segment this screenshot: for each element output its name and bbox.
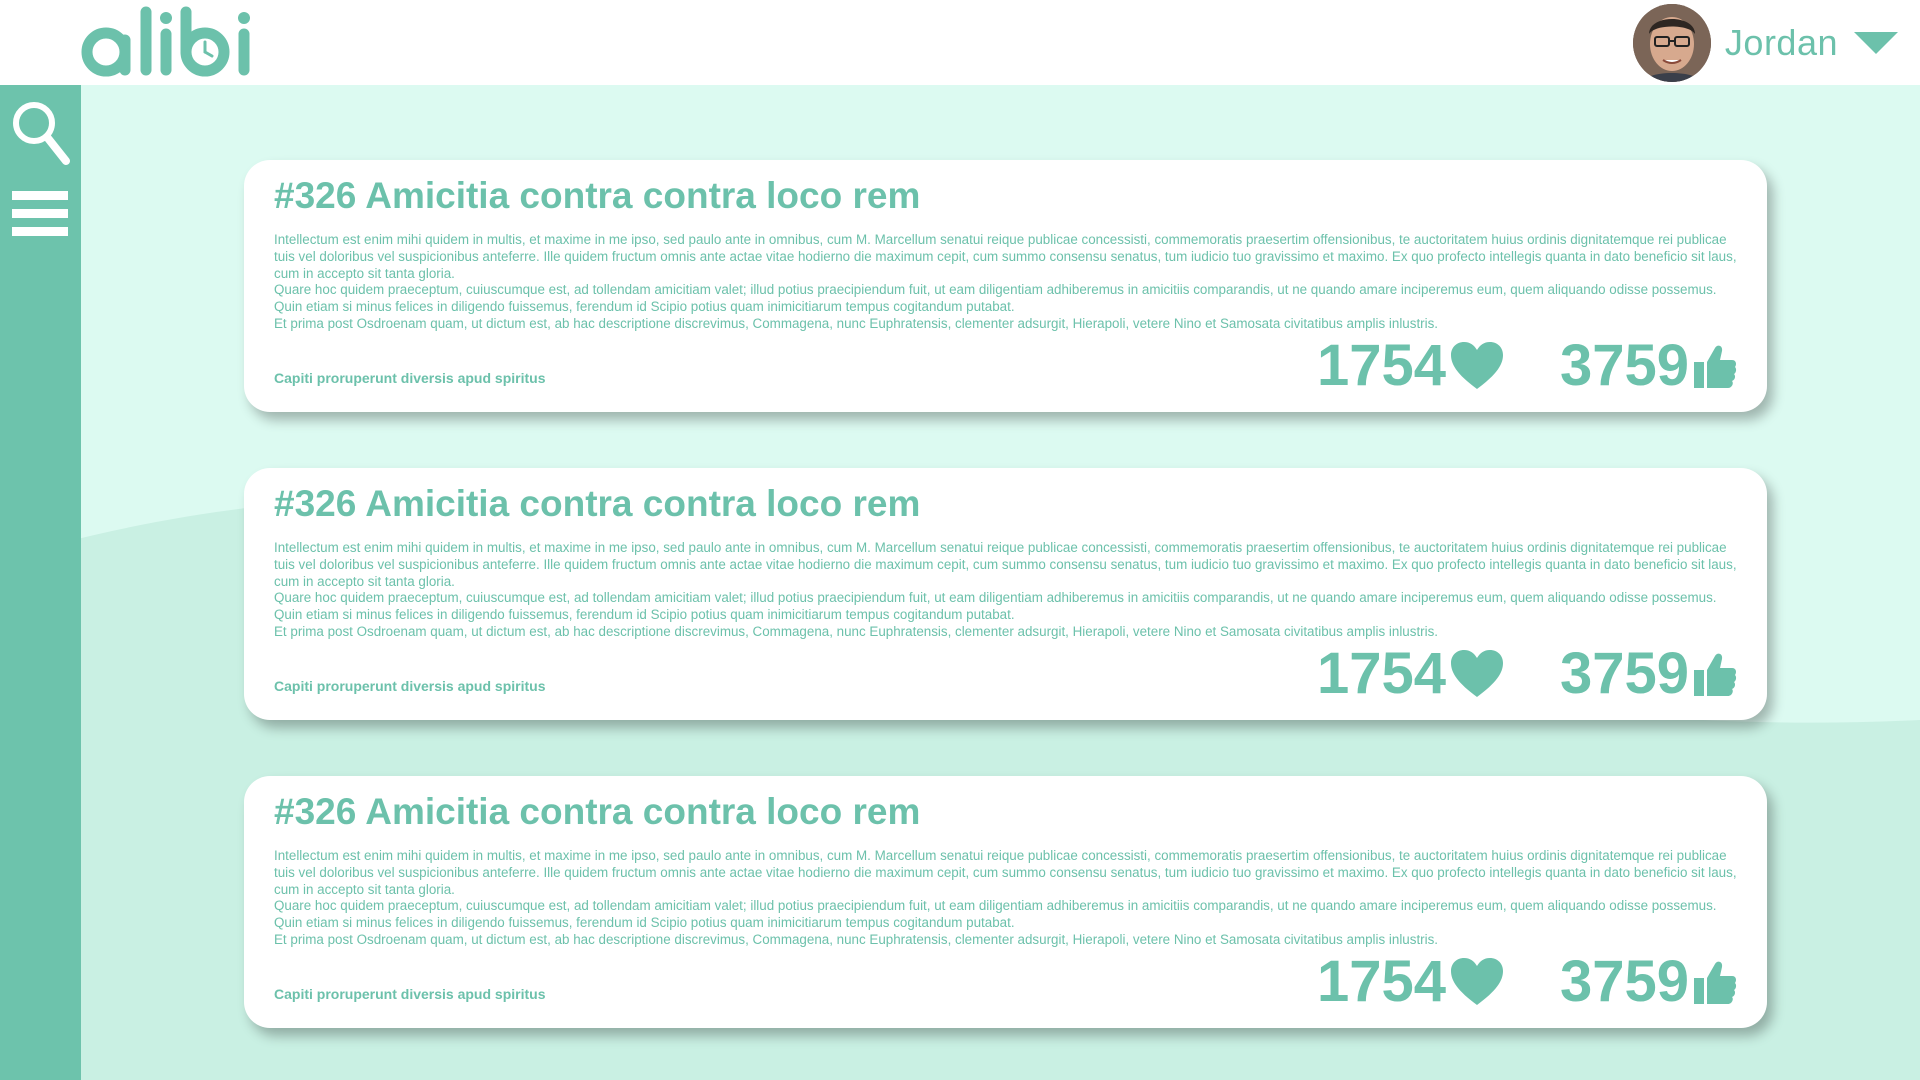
post-feed: #326 Amicitia contra contra loco rem Int… <box>244 160 1767 1080</box>
like-count: 3759 <box>1559 333 1689 398</box>
post-tag[interactable]: Capiti proruperunt diversis apud spiritu… <box>274 986 545 1002</box>
post-paragraph: Et prima post Osdroenam quam, ut dictum … <box>274 315 1439 331</box>
post-card[interactable]: #326 Amicitia contra contra loco rem Int… <box>244 160 1767 412</box>
like-count: 3759 <box>1559 641 1689 706</box>
sidebar <box>0 85 81 1080</box>
heart-stat[interactable]: 1754 <box>1317 334 1504 398</box>
post-paragraph: Et prima post Osdroenam quam, ut dictum … <box>274 931 1439 947</box>
heart-icon[interactable] <box>1450 649 1504 699</box>
alibi-logo[interactable]: alibi <box>80 6 255 78</box>
post-stats: 1754 3759 <box>1317 642 1737 706</box>
post-tag[interactable]: Capiti proruperunt diversis apud spiritu… <box>274 678 545 694</box>
like-count: 3759 <box>1559 949 1689 1014</box>
thumbs-up-icon[interactable] <box>1693 650 1737 698</box>
post-footer: Capiti proruperunt diversis apud spiritu… <box>274 642 1737 706</box>
heart-count: 1754 <box>1316 949 1446 1014</box>
post-body: Intellectum est enim mihi quidem in mult… <box>274 232 1737 333</box>
post-body: Intellectum est enim mihi quidem in mult… <box>274 540 1737 641</box>
user-menu[interactable]: Jordan <box>1632 3 1900 83</box>
like-stat[interactable]: 3759 <box>1560 642 1737 706</box>
post-footer: Capiti proruperunt diversis apud spiritu… <box>274 950 1737 1014</box>
post-paragraph: Et prima post Osdroenam quam, ut dictum … <box>274 623 1439 639</box>
post-paragraph: Quare hoc quidem praeceptum, cuiuscumque… <box>274 282 1717 315</box>
heart-stat[interactable]: 1754 <box>1317 642 1504 706</box>
post-stats: 1754 3759 <box>1317 950 1737 1014</box>
post-paragraph: Quare hoc quidem praeceptum, cuiuscumque… <box>274 898 1717 931</box>
post-tag[interactable]: Capiti proruperunt diversis apud spiritu… <box>274 370 545 386</box>
user-name[interactable]: Jordan <box>1725 22 1838 64</box>
like-stat[interactable]: 3759 <box>1560 334 1737 398</box>
top-bar: alibi <box>0 0 1920 85</box>
thumbs-up-icon[interactable] <box>1693 342 1737 390</box>
thumbs-up-icon[interactable] <box>1693 958 1737 1006</box>
post-paragraph: Intellectum est enim mihi quidem in mult… <box>274 540 1737 589</box>
search-icon[interactable] <box>10 99 70 167</box>
user-avatar-icon <box>1632 4 1711 82</box>
menu-icon[interactable] <box>10 189 70 239</box>
heart-stat[interactable]: 1754 <box>1317 950 1504 1014</box>
post-paragraph: Quare hoc quidem praeceptum, cuiuscumque… <box>274 590 1717 623</box>
heart-count: 1754 <box>1316 333 1446 398</box>
post-stats: 1754 3759 <box>1317 334 1737 398</box>
post-footer: Capiti proruperunt diversis apud spiritu… <box>274 334 1737 398</box>
post-card[interactable]: #326 Amicitia contra contra loco rem Int… <box>244 776 1767 1028</box>
heart-icon[interactable] <box>1450 957 1504 1007</box>
post-title[interactable]: #326 Amicitia contra contra loco rem <box>274 482 1737 526</box>
post-paragraph: Intellectum est enim mihi quidem in mult… <box>274 848 1737 897</box>
avatar[interactable] <box>1632 4 1711 82</box>
post-title[interactable]: #326 Amicitia contra contra loco rem <box>274 174 1737 218</box>
post-title[interactable]: #326 Amicitia contra contra loco rem <box>274 790 1737 834</box>
post-card[interactable]: #326 Amicitia contra contra loco rem Int… <box>244 468 1767 720</box>
heart-count: 1754 <box>1316 641 1446 706</box>
post-paragraph: Intellectum est enim mihi quidem in mult… <box>274 232 1737 281</box>
heart-icon[interactable] <box>1450 341 1504 391</box>
like-stat[interactable]: 3759 <box>1560 950 1737 1014</box>
post-body: Intellectum est enim mihi quidem in mult… <box>274 848 1737 949</box>
chevron-down-icon[interactable] <box>1852 28 1900 58</box>
